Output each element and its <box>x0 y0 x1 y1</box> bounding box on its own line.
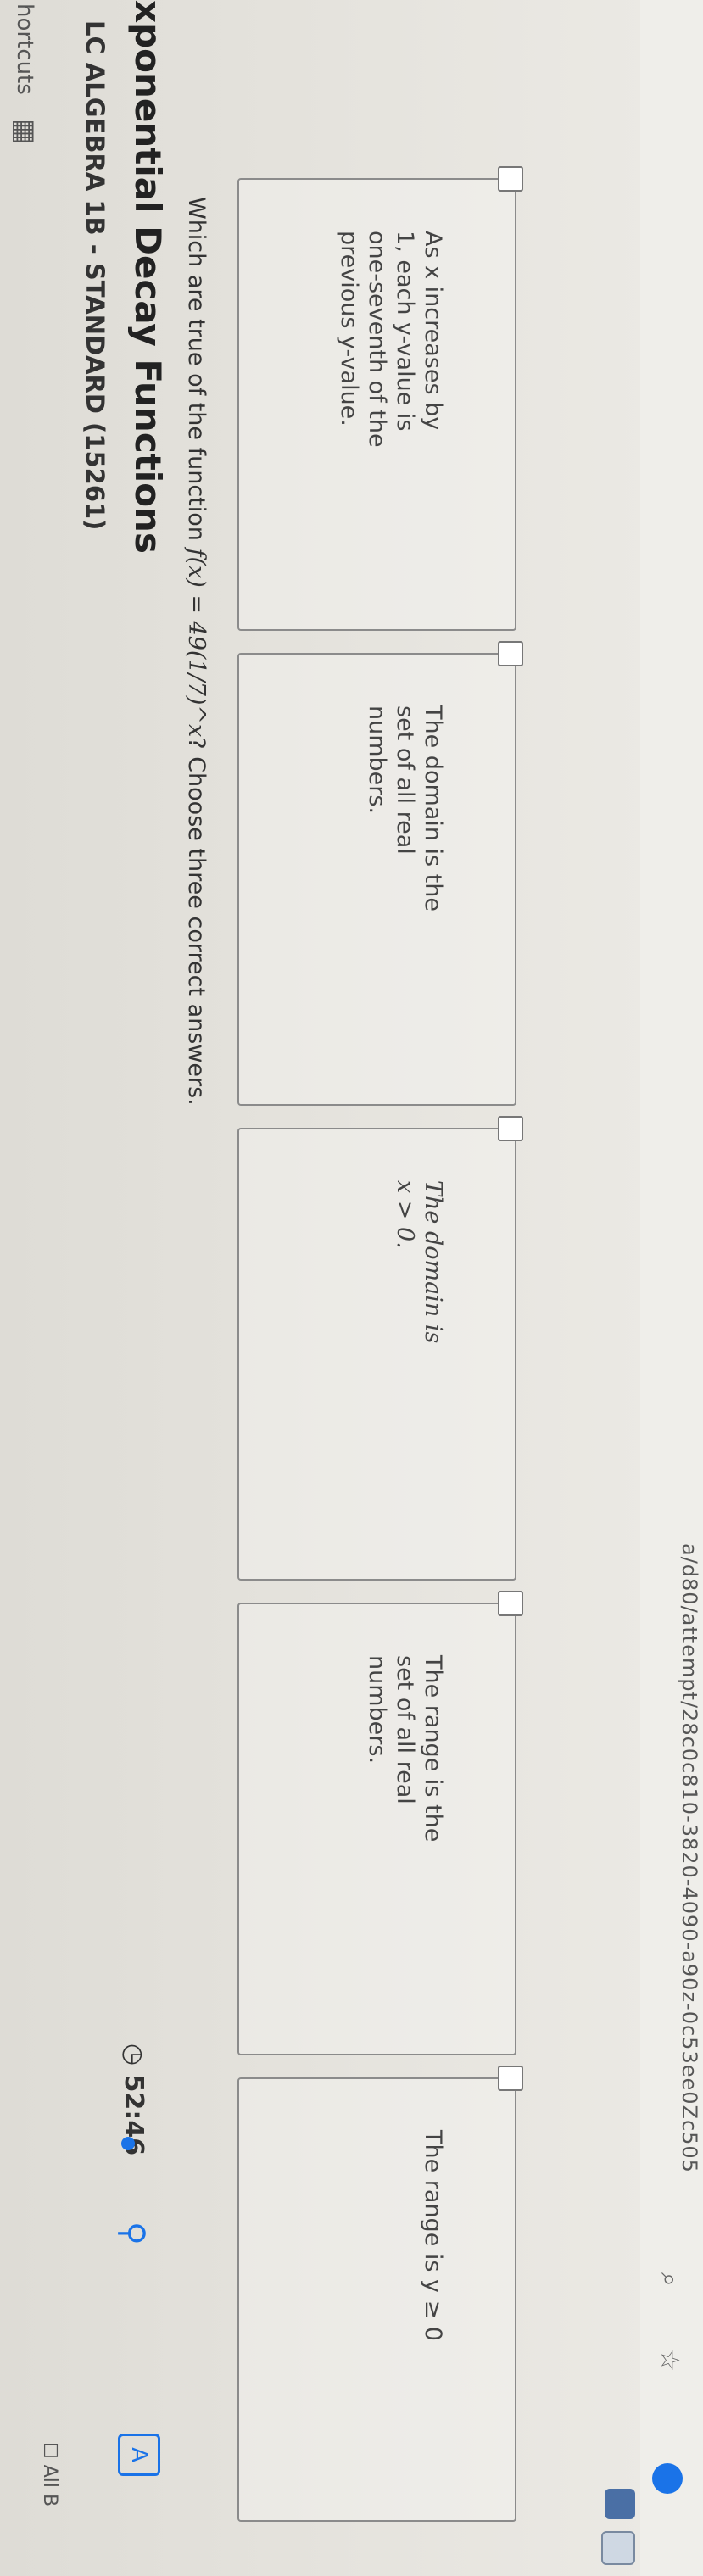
answer-checkbox[interactable] <box>498 2066 523 2091</box>
question-suffix: ? Choose three correct answers. <box>183 737 209 1106</box>
answer-checkbox[interactable] <box>498 166 523 192</box>
status-dot <box>121 2137 135 2150</box>
lesson-title: xponential Decay Functions <box>127 0 169 554</box>
answer-choice-2[interactable]: The domain is the set of all real number… <box>237 641 523 1106</box>
extension-icon[interactable] <box>601 2531 635 2565</box>
answer-checkbox[interactable] <box>498 1591 523 1616</box>
question-function: f(x) = 49(1/7)^x <box>183 548 209 738</box>
answer-choice-text: The range is the set of all real numbers… <box>364 1655 446 1843</box>
browser-bar: a/d80/attempt/28c0c810-3820-4090-a90z-0c… <box>601 0 703 2576</box>
answer-choice-text: As x increases by 1, each y-value is one… <box>336 231 446 448</box>
extension-icon[interactable] <box>605 2489 635 2519</box>
extension-icon[interactable] <box>652 2463 683 2494</box>
answer-checkbox[interactable] <box>498 641 523 666</box>
text-to-speech-icon[interactable]: A <box>118 2434 160 2476</box>
hint-icon[interactable]: ⚲ <box>114 2222 152 2245</box>
answer-choice-text: The range is y ≥ 0 <box>420 2130 446 2341</box>
page-stage: a/d80/attempt/28c0c810-3820-4090-a90z-0c… <box>0 0 703 2576</box>
answer-choice-5[interactable]: The range is y ≥ 0 <box>237 2066 523 2522</box>
search-icon[interactable]: ⌕ <box>655 2272 684 2287</box>
answer-choice-3[interactable]: The domain is x > 0. <box>237 1116 523 1581</box>
bookmarks-shortcuts-label[interactable]: hortcuts <box>12 3 37 95</box>
answer-choice-text: The domain is the set of all real number… <box>364 705 446 912</box>
all-bookmarks-icon[interactable]: ☐ All B <box>39 2442 60 2506</box>
question-prompt: Which are true of the function f(x) = 49… <box>183 197 209 1106</box>
course-title: LC ALGEBRA 1B - STANDARD (15261) <box>81 20 109 531</box>
address-bar-url[interactable]: a/d80/attempt/28c0c810-3820-4090-a90z-0c… <box>678 1543 701 2173</box>
question-prefix: Which are true of the function <box>183 197 209 549</box>
answer-choice-4[interactable]: The range is the set of all real numbers… <box>237 1591 523 2055</box>
screenshot-canvas: a/d80/attempt/28c0c810-3820-4090-a90z-0c… <box>0 0 703 2576</box>
timer-icon: ◷ <box>119 2044 148 2066</box>
answer-checkbox[interactable] <box>498 1116 523 1141</box>
apps-grid-icon[interactable]: ▦ <box>9 119 42 144</box>
star-icon[interactable]: ☆ <box>655 2349 684 2372</box>
answer-choice-text: The domain is x > 0. <box>392 1180 446 1344</box>
all-bookmarks-label: All B <box>39 2464 60 2507</box>
answer-choice-1[interactable]: As x increases by 1, each y-value is one… <box>237 166 523 631</box>
